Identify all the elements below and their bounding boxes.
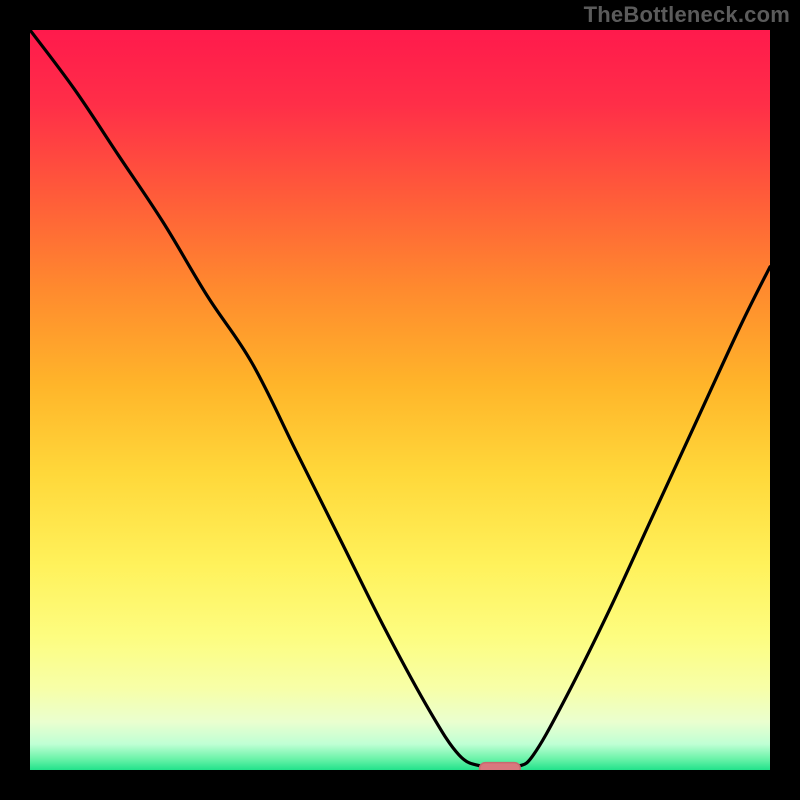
- chart-frame: { "watermark": "TheBottleneck.com", "col…: [0, 0, 800, 800]
- bottleneck-chart: [0, 0, 800, 800]
- optimal-marker: [480, 763, 521, 775]
- watermark-text: TheBottleneck.com: [584, 2, 790, 28]
